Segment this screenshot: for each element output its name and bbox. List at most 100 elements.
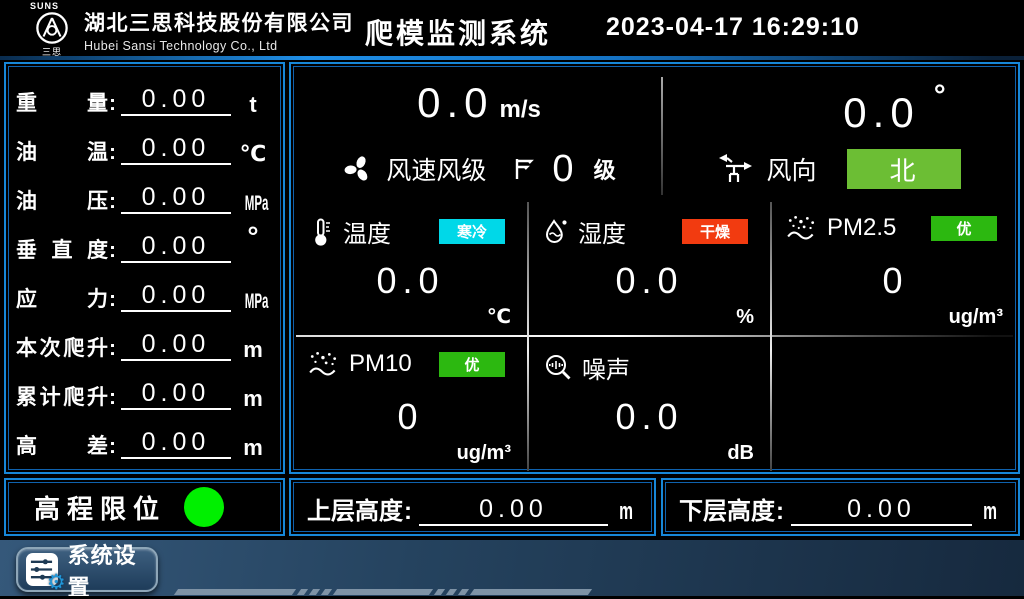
sensor-label: 湿度 bbox=[578, 214, 626, 249]
wind-speed-unit: m/s bbox=[500, 96, 541, 123]
sensor-unit: ℃ bbox=[487, 304, 511, 329]
wind-level-flag-icon bbox=[512, 156, 534, 182]
row-value: 0.00 bbox=[121, 428, 231, 459]
row-label: 垂直度 bbox=[16, 238, 108, 263]
sensor-value: 0.0 bbox=[531, 260, 768, 302]
wind-direction-indicator: 北 bbox=[847, 149, 961, 189]
sensor-unit: % bbox=[736, 306, 754, 329]
colon: : bbox=[109, 337, 116, 361]
company-name-en: Hubei Sansi Technology Co., Ltd bbox=[84, 39, 354, 53]
colon: : bbox=[109, 288, 116, 312]
wind-speed-value-row: 0.0 m/s bbox=[296, 79, 662, 127]
unit-text: t bbox=[249, 92, 256, 117]
row-value: 0.00 bbox=[121, 85, 231, 116]
elevation-limit-content: 高程限位 bbox=[6, 480, 283, 534]
sensor-noise: 噪声 0.0 dB bbox=[531, 338, 768, 472]
unit-text: m bbox=[243, 435, 263, 460]
sensor-head: 湿度 干燥 bbox=[531, 202, 768, 249]
wind-level-value: 0 bbox=[552, 148, 575, 191]
header-divider bbox=[0, 56, 1024, 60]
unit-text: m bbox=[243, 386, 263, 411]
status-badge: 干燥 bbox=[682, 219, 748, 244]
row-current-climb: 本次爬升: 0.00 m bbox=[16, 317, 271, 366]
sansi-logo-icon bbox=[24, 11, 80, 45]
row-unit: m bbox=[235, 437, 271, 459]
sensor-head: 噪声 bbox=[531, 338, 768, 385]
page-title: 爬模监测系统 bbox=[338, 12, 578, 52]
dust-icon bbox=[786, 214, 818, 242]
row-weight: 重 量: 0.00 t bbox=[16, 72, 271, 121]
elevation-limit-box: 高程限位 bbox=[4, 478, 285, 536]
system-settings-button[interactable]: ⚙ 系统设置 bbox=[16, 547, 158, 592]
row-value: 0.00 bbox=[121, 281, 231, 312]
system-settings-label: 系统设置 bbox=[68, 538, 156, 599]
sensor-unit: dB bbox=[727, 442, 754, 465]
row-total-climb: 累计爬升: 0.00 m bbox=[16, 366, 271, 415]
dust-icon bbox=[308, 350, 340, 378]
environment-panel: 0.0 m/s 风速风级 bbox=[289, 62, 1020, 474]
colon: : bbox=[776, 498, 784, 526]
row-value: 0.00 bbox=[121, 134, 231, 165]
unit-text: MPa bbox=[245, 193, 269, 214]
lower-height-unit: m bbox=[982, 498, 998, 526]
sensor-unit: ug/m³ bbox=[949, 306, 1003, 329]
row-unit: m bbox=[235, 339, 271, 361]
row-stress: 应 力: 0.00 MPa bbox=[16, 268, 271, 317]
row-unit: ℃ bbox=[235, 143, 271, 165]
row-unit: m bbox=[235, 388, 271, 410]
upper-height-unit: m bbox=[618, 498, 634, 526]
wind-direction-section: 0.0° 风向 北 bbox=[662, 69, 1017, 199]
elevation-limit-label: 高程限位 bbox=[34, 489, 166, 526]
wind-speed-label-row: 风速风级 0 级 bbox=[296, 145, 662, 193]
header: SUNS 三思 湖北三思科技股份有限公司 Hubei Sansi Technol… bbox=[0, 0, 1024, 56]
upper-height-label: 上层高度 bbox=[307, 491, 403, 526]
colon: : bbox=[109, 239, 116, 263]
row-value: 0.00 bbox=[121, 379, 231, 410]
row-value: 0.00 bbox=[121, 330, 231, 361]
wind-speed-value: 0.0 bbox=[417, 79, 493, 126]
row-unit: MPa bbox=[235, 192, 271, 214]
company-name-cn: 湖北三思科技股份有限公司 bbox=[84, 7, 354, 37]
taskbar: ⚙ 系统设置 bbox=[0, 540, 1024, 599]
sensor-pm25: PM2.5 优 0 ug/m³ bbox=[774, 202, 1017, 336]
sliders-icon: ⚙ bbox=[26, 553, 58, 586]
sensor-value: 0.0 bbox=[531, 396, 768, 438]
lower-height-value: 0.00 bbox=[791, 495, 972, 526]
wind-direction-unit: ° bbox=[934, 79, 946, 112]
sensor-value: 0.0 bbox=[296, 260, 525, 302]
wind-level-unit: 级 bbox=[594, 153, 616, 185]
colon: : bbox=[109, 386, 116, 410]
row-height-diff: 高 差: 0.00 m bbox=[16, 415, 271, 464]
row-label: 油 温 bbox=[16, 140, 108, 165]
row-unit: MPa bbox=[235, 290, 271, 312]
fan-icon bbox=[342, 153, 374, 185]
thermometer-icon bbox=[308, 217, 334, 247]
sensor-head: PM10 优 bbox=[296, 338, 525, 378]
sensor-unit: ug/m³ bbox=[457, 442, 511, 465]
sensor-col-divider-2 bbox=[770, 202, 772, 471]
sensor-head: PM2.5 优 bbox=[774, 202, 1017, 242]
status-badge: 寒冷 bbox=[439, 219, 505, 244]
colon: : bbox=[109, 435, 116, 459]
lower-height-row: 下层高度: 0.00 m bbox=[663, 491, 1018, 526]
sensor-humidity: 湿度 干燥 0.0 % bbox=[531, 202, 768, 336]
row-label: 重 量 bbox=[16, 91, 108, 116]
colon: : bbox=[109, 141, 116, 165]
colon: : bbox=[109, 92, 116, 116]
taskbar-decoration bbox=[176, 589, 590, 595]
sensor-label: 温度 bbox=[343, 214, 391, 249]
row-label: 应 力 bbox=[16, 287, 108, 312]
row-label: 累计爬升 bbox=[16, 385, 108, 410]
row-oil-pressure: 油 压: 0.00 MPa bbox=[16, 170, 271, 219]
droplet-icon bbox=[543, 217, 569, 247]
upper-height-value: 0.00 bbox=[419, 495, 608, 526]
wind-speed-section: 0.0 m/s 风速风级 bbox=[296, 69, 662, 199]
lower-height-box: 下层高度: 0.00 m bbox=[661, 478, 1020, 536]
sensor-col-divider-1 bbox=[527, 202, 529, 471]
row-value: 0.00 bbox=[121, 183, 231, 214]
row-unit: t bbox=[235, 94, 271, 116]
wind-direction-value-row: 0.0° bbox=[717, 79, 1024, 137]
wind-speed-label: 风速风级 bbox=[386, 151, 486, 187]
datetime-display: 2023-04-17 16:29:10 bbox=[606, 13, 860, 42]
sensor-temperature: 温度 寒冷 0.0 ℃ bbox=[296, 202, 525, 336]
